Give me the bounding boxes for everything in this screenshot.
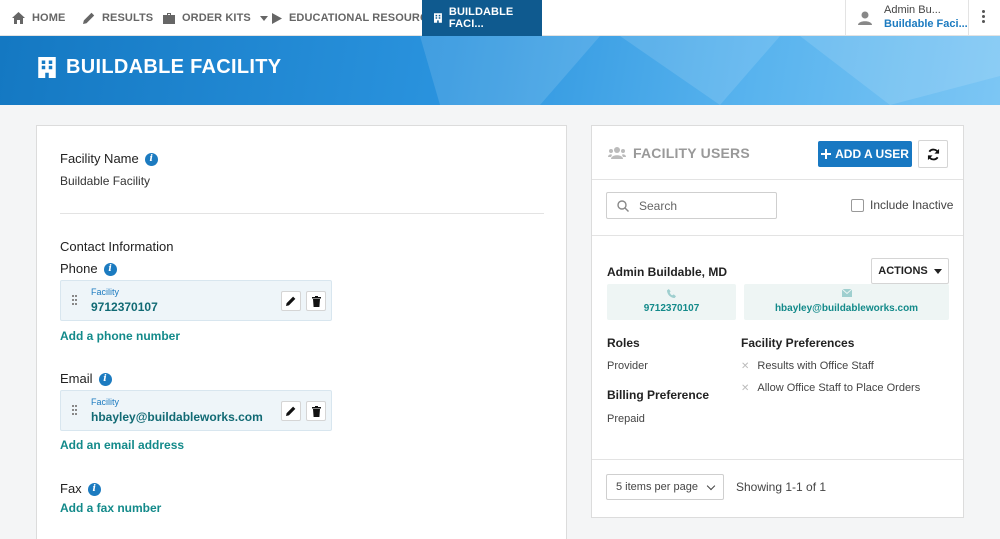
phone-type: Facility bbox=[91, 287, 120, 297]
trash-icon bbox=[311, 295, 321, 307]
building-icon bbox=[38, 57, 56, 78]
user-phone: 9712370107 bbox=[643, 303, 700, 314]
role-value: Provider bbox=[607, 360, 648, 372]
search-icon bbox=[617, 200, 629, 212]
users-search-row: Include Inactive bbox=[592, 180, 963, 236]
user-phone-cell[interactable]: 9712370107 bbox=[607, 284, 736, 320]
envelope-icon bbox=[842, 289, 852, 297]
plus-icon bbox=[821, 149, 832, 159]
pencil-icon bbox=[286, 296, 296, 306]
nav-home[interactable]: HOME bbox=[12, 0, 65, 36]
drag-handle-icon[interactable] bbox=[72, 405, 80, 417]
search-input[interactable] bbox=[639, 197, 769, 215]
email-label: Email i bbox=[60, 371, 112, 387]
home-icon bbox=[12, 12, 25, 24]
avatar bbox=[858, 11, 872, 25]
add-email-link[interactable]: Add an email address bbox=[60, 438, 184, 452]
roles-label: Roles bbox=[607, 336, 640, 350]
info-icon[interactable]: i bbox=[87, 483, 101, 497]
info-icon[interactable]: i bbox=[144, 153, 158, 167]
more-options-icon[interactable] bbox=[980, 10, 986, 25]
actions-button[interactable]: ACTIONS bbox=[871, 258, 949, 284]
info-icon[interactable]: i bbox=[98, 373, 112, 387]
email-type: Facility bbox=[91, 397, 120, 407]
trash-icon bbox=[311, 405, 321, 417]
info-icon[interactable]: i bbox=[103, 263, 117, 277]
x-icon: ✕ bbox=[741, 361, 750, 372]
building-icon bbox=[434, 13, 442, 23]
chevron-down-icon bbox=[259, 15, 268, 21]
page-banner: BUILDABLE FACILITY bbox=[0, 36, 1000, 105]
phone-value: 9712370107 bbox=[91, 300, 158, 314]
add-user-button[interactable]: ADD A USER bbox=[818, 141, 912, 167]
phone-entry: Facility 9712370107 bbox=[60, 280, 332, 321]
edit-email-button[interactable] bbox=[281, 401, 301, 421]
play-icon bbox=[272, 12, 282, 24]
top-navigation: HOME RESULTS ORDER KITS EDUCATIONAL RESO… bbox=[0, 0, 1000, 36]
divider bbox=[60, 213, 544, 214]
user-email-cell[interactable]: hbayley@buildableworks.com bbox=[744, 284, 949, 320]
banner-decoration bbox=[420, 36, 1000, 105]
user-name: Admin Bu... bbox=[884, 4, 941, 16]
pencil-icon bbox=[83, 12, 95, 24]
add-fax-link[interactable]: Add a fax number bbox=[60, 501, 161, 515]
nav-buildable-facility[interactable]: BUILDABLE FACI... bbox=[422, 0, 542, 36]
preference-item: ✕ Allow Office Staff to Place Orders bbox=[741, 382, 921, 394]
refresh-button[interactable] bbox=[918, 140, 948, 168]
fax-label: Fax i bbox=[60, 481, 101, 497]
phone-icon bbox=[667, 289, 676, 298]
delete-phone-button[interactable] bbox=[306, 291, 326, 311]
pagination-status: Showing 1-1 of 1 bbox=[736, 480, 827, 494]
refresh-icon bbox=[927, 148, 939, 160]
facility-preferences-label: Facility Preferences bbox=[741, 336, 855, 350]
drag-handle-icon[interactable] bbox=[72, 295, 80, 307]
briefcase-icon bbox=[163, 12, 175, 24]
delete-email-button[interactable] bbox=[306, 401, 326, 421]
facility-users-card: FACILITY USERS ADD A USER Include Inacti… bbox=[591, 125, 964, 518]
billing-value: Prepaid bbox=[607, 413, 645, 425]
users-header: FACILITY USERS ADD A USER bbox=[592, 126, 963, 180]
page-title: BUILDABLE FACILITY bbox=[38, 56, 281, 79]
items-per-page-select[interactable]: 5 items per page bbox=[606, 474, 724, 500]
users-title: FACILITY USERS bbox=[608, 145, 750, 161]
facility-name-value: Buildable Facility bbox=[60, 174, 151, 188]
facility-name-label: Facility Name i bbox=[60, 151, 158, 167]
preference-item: ✕ Results with Office Staff bbox=[741, 360, 874, 372]
pencil-icon bbox=[286, 406, 296, 416]
add-phone-link[interactable]: Add a phone number bbox=[60, 329, 180, 343]
user-facility: Buildable Faci... bbox=[884, 18, 968, 30]
x-icon: ✕ bbox=[741, 383, 750, 394]
pagination: 5 items per page Showing 1-1 of 1 bbox=[592, 459, 963, 517]
chevron-down-icon bbox=[706, 481, 716, 490]
search-box bbox=[606, 192, 777, 219]
email-value: hbayley@buildableworks.com bbox=[91, 410, 263, 424]
chevron-down-icon bbox=[933, 268, 942, 274]
user-email: hbayley@buildableworks.com bbox=[774, 303, 919, 314]
phone-label: Phone i bbox=[60, 261, 117, 277]
edit-phone-button[interactable] bbox=[281, 291, 301, 311]
nav-order-kits[interactable]: ORDER KITS bbox=[163, 0, 268, 36]
billing-label: Billing Preference bbox=[607, 388, 710, 402]
contact-heading: Contact Information bbox=[60, 239, 174, 254]
user-full-name: Admin Buildable, MD bbox=[607, 265, 727, 279]
user-menu[interactable]: Admin Bu... Buildable Faci... bbox=[845, 0, 969, 36]
email-entry: Facility hbayley@buildableworks.com bbox=[60, 390, 332, 431]
include-inactive-label[interactable]: Include Inactive bbox=[870, 198, 953, 212]
nav-educational-resources[interactable]: EDUCATIONAL RESOURCES bbox=[272, 0, 443, 36]
nav-results[interactable]: RESULTS bbox=[83, 0, 153, 36]
include-inactive-checkbox[interactable] bbox=[851, 199, 864, 212]
users-icon bbox=[608, 147, 626, 159]
facility-details-card: Facility Name i Buildable Facility Contac… bbox=[36, 125, 567, 539]
